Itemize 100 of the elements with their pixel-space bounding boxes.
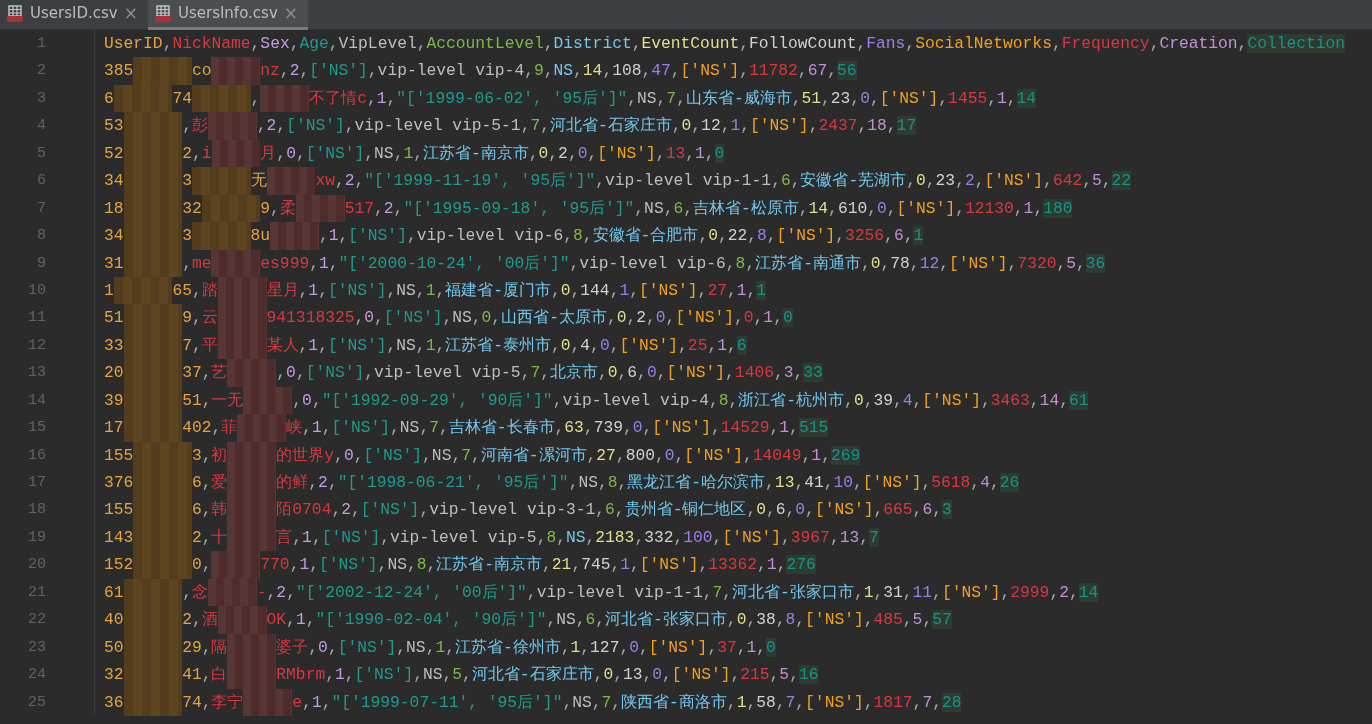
line-number: 16 — [0, 441, 95, 469]
csv-text: 无 — [250, 170, 267, 193]
csv-text: RMbrm,1,['NS'],NS,5,河北省-石家庄市,0,13,0,['NS'],215,5,16 — [276, 664, 819, 687]
csv-text: 376 — [104, 472, 134, 494]
csv-text: 3 — [182, 170, 192, 193]
pixelated-patch — [243, 688, 293, 716]
pixelated-patch — [123, 578, 183, 607]
pixelated-patch — [123, 688, 183, 716]
line-number: 4 — [0, 112, 95, 140]
csv-text: ,彭 — [182, 115, 208, 138]
csv-text: 20 — [104, 362, 124, 385]
close-icon[interactable]: × — [123, 5, 138, 22]
csv-text: ,1,['NS'],vip-level vip-6,8,安徽省-合肥市,0,22,8,['NS'],3256,6,1 — [318, 225, 924, 248]
csv-text: ,念 — [182, 581, 208, 604]
line-number: 6 — [0, 167, 95, 195]
line-number: 25 — [0, 688, 95, 716]
csv-text: 517,2,"['1995-09-18', '95后']",NS,6,吉林省-松原市,14,610,0,['NS'],12130,1,180 — [344, 197, 1073, 220]
csv-text: 7,平 — [182, 334, 218, 357]
csv-text: 31 — [104, 252, 124, 275]
line-number: 12 — [0, 331, 95, 360]
pixelated-patch — [237, 414, 287, 442]
pixelated-patch — [123, 304, 183, 332]
csv-text: OK,1,"['1990-02-04', '90后']",NS,6,河北省-张家口市,0,38,8,['NS'],485,5,57 — [266, 609, 952, 632]
csv-text: 月,0,['NS'],NS,1,江苏省-南京市,0,2,0,['NS'],13,1,0 — [260, 142, 725, 165]
pixelated-patch — [211, 57, 261, 85]
pixelated-patch — [270, 222, 319, 250]
csv-text: es999,1,"['2000-10-24', '00后']",vip-level vip-6,8,江苏省-南通市,0,78,12,['NS'],7320,5,36 — [260, 252, 1106, 275]
csv-text: 770,1,['NS'],NS,8,江苏省-南京市,21,745,1,['NS'],13362,1,276 — [260, 554, 816, 577]
csv-text: 32 — [182, 197, 202, 220]
line-number: 1 — [0, 30, 95, 58]
csv-text: 3,初 — [191, 444, 228, 467]
pixelated-patch — [260, 84, 310, 113]
csv-text: 74,李宁 — [182, 691, 244, 714]
close-icon[interactable]: × — [283, 5, 299, 22]
line-number: 21 — [0, 578, 95, 607]
csv-text: 402,菲 — [182, 417, 238, 440]
csv-text: 2,酒 — [182, 609, 218, 632]
line-number: 18 — [0, 496, 95, 524]
file-tab[interactable]: UsersInfo.csv × — [147, 0, 309, 30]
csv-text: xw,2,"['1999-11-19', '95后']",vip-level vip-1-1,6,安徽省-芜湖市,0,23,2,['NS'],642,5,22 — [315, 170, 1132, 193]
line-number: 14 — [0, 386, 95, 415]
csv-text: 65,踏 — [172, 279, 218, 302]
line-number: 8 — [0, 222, 95, 250]
line-number: 5 — [0, 139, 95, 168]
csv-text: 8u — [250, 225, 271, 248]
csv-text: ,0,['NS'],vip-level vip-5,7,北京市,0,6,0,['NS'],1406,3,33 — [276, 362, 823, 385]
pixelated-patch — [227, 441, 277, 469]
csv-text: e,1,"['1999-07-11', '95后']",NS,7,陕西省-商洛市,1,58,7,['NS'],1817,7,28 — [292, 691, 962, 714]
csv-text: 某人,1,['NS'],NS,1,江苏省-泰州市,0,4,0,['NS'],25,1,6 — [266, 334, 747, 357]
pixelated-patch — [227, 359, 277, 387]
csv-text: 36 — [104, 691, 124, 714]
pixelated-patch — [133, 551, 192, 579]
csv-text: 34 — [104, 225, 124, 248]
csv-text: 51 — [104, 307, 124, 330]
pixelated-patch — [243, 386, 293, 415]
table-file-icon — [6, 4, 24, 23]
csv-text: nz,2,['NS'],vip-level vip-4,9,NS,14,108,47,['NS'],11782,67,56 — [260, 60, 857, 83]
file-tab[interactable]: UsersID.csv × — [0, 0, 148, 30]
csv-text: 143 — [104, 526, 134, 549]
table-file-icon — [153, 4, 172, 23]
pixelated-patch — [211, 139, 261, 168]
line-number: 2 — [0, 57, 95, 85]
csv-text: 星月,1,['NS'],NS,1,福建省-厦门市,0,144,1,['NS'],27,1,1 — [266, 279, 767, 302]
csv-text: 1 — [104, 279, 114, 302]
csv-text: -,2,"['2002-12-24', '00后']",vip-level vip-1-1,7,河北省-张家口市,1,31,11,['NS'],2999,2,14 — [256, 581, 1099, 604]
csv-text: 74 — [172, 87, 192, 110]
line-number: 17 — [0, 469, 95, 497]
csv-text: 18 — [104, 197, 124, 220]
line-number: 20 — [0, 551, 95, 579]
pixelated-patch — [191, 84, 251, 113]
csv-text: 6 — [104, 87, 114, 110]
csv-text: 53 — [104, 115, 124, 138]
line-number: 9 — [0, 249, 95, 277]
csv-text: 陌0704,2,['NS'],vip-level vip-3-1,6,贵州省-铜仁地区,0,6,0,['NS'],665,6,3 — [276, 499, 952, 522]
pixelated-patch — [295, 194, 345, 223]
csv-text: 51,一无 — [182, 389, 244, 412]
csv-text: 6,韩 — [191, 499, 228, 522]
pixelated-patch — [201, 194, 261, 223]
csv-text: 的世界y,0,['NS'],NS,7,河南省-漯河市,27,800,0,['NS'],14049,1,269 — [276, 444, 861, 467]
pixelated-patch — [266, 167, 316, 195]
line-number: 3 — [0, 84, 95, 113]
line-number: 15 — [0, 414, 95, 442]
csv-text: 39 — [104, 389, 124, 412]
csv-text: ,2,['NS'],vip-level vip-5-1,7,河北省-石家庄市,0,12,1,['NS'],2437,18,17 — [256, 115, 917, 138]
pixelated-patch — [123, 249, 183, 277]
csv-text: 155 — [104, 444, 134, 467]
csv-text: 34 — [104, 170, 124, 193]
csv-text: 言,1,['NS'],vip-level vip-5,8,NS,2183,332,100,['NS'],3967,13,7 — [276, 526, 879, 549]
csv-text: ,me — [182, 252, 212, 275]
pixelated-patch — [211, 249, 261, 277]
pixelated-patch — [191, 222, 251, 250]
csv-text: 0, — [191, 554, 212, 577]
csv-text: 61 — [104, 581, 124, 604]
pixelated-patch — [217, 276, 267, 305]
csv-text: 33 — [104, 334, 124, 357]
csv-text: 52 — [104, 142, 124, 165]
csv-text: 152 — [104, 554, 134, 577]
pixelated-patch — [113, 84, 173, 113]
pixelated-patch — [217, 331, 267, 360]
line-number: 23 — [0, 633, 95, 662]
